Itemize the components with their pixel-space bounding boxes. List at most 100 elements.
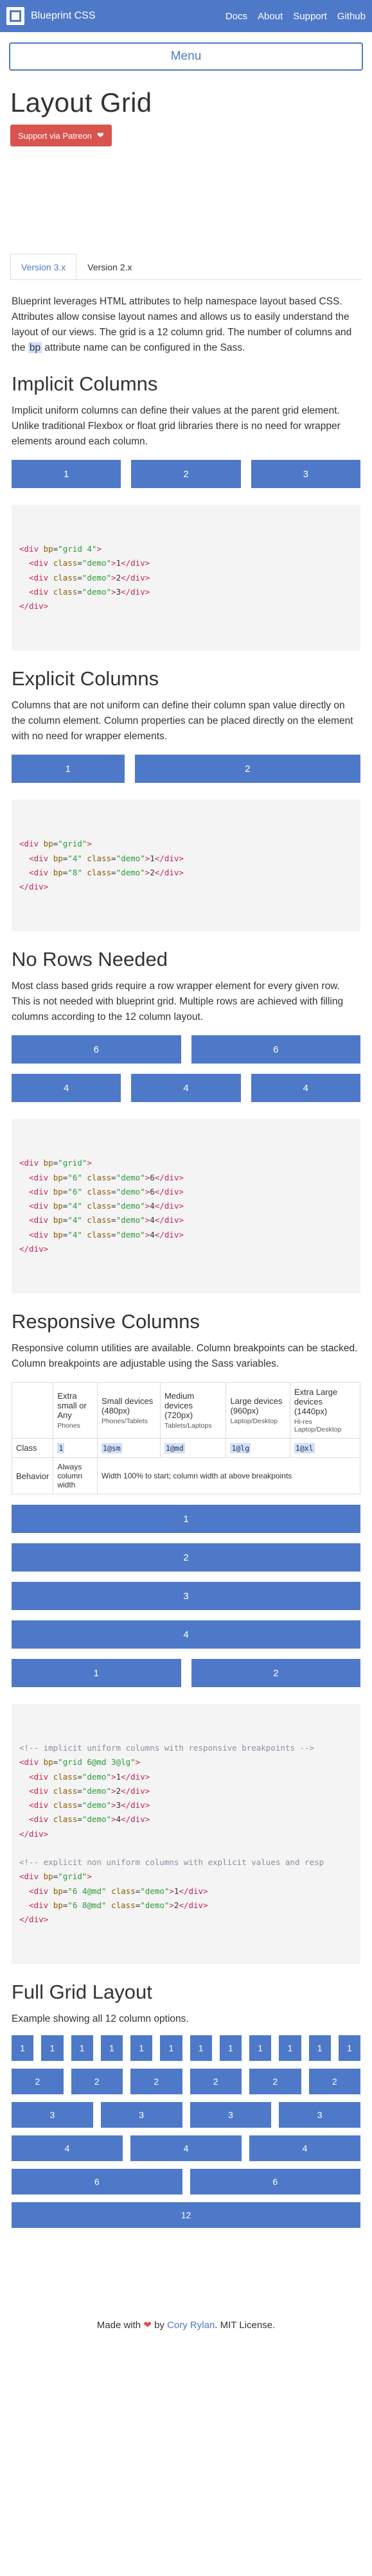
nav-about-link[interactable]: About [258, 11, 283, 22]
demo-column: 1 [100, 2035, 123, 2061]
menu-wrapper: Menu [0, 32, 372, 71]
full-grid-row: 3333 [12, 2101, 360, 2128]
demo-column: 3 [279, 2101, 360, 2128]
demo-column: 4 [130, 2135, 242, 2161]
table-cell: Always column width [53, 1457, 98, 1495]
responsive-demo-row: 1 2 [12, 1659, 360, 1688]
responsive-columns-text: Responsive column utilities are availabl… [12, 1343, 358, 1370]
demo-column: 1 [308, 2035, 331, 2061]
full-grid-row: 111111111111 [12, 2035, 360, 2061]
patreon-label: Support via Patreon [18, 130, 92, 141]
demo-column: 2 [134, 755, 360, 784]
full-grid-row: 444 [12, 2135, 360, 2161]
demo-column: 1 [71, 2035, 93, 2061]
demo-column: 2 [131, 460, 241, 489]
page-footer: Made with ❤ by Cory Rylan. MIT License. [0, 2318, 372, 2346]
full-grid-row: 222222 [12, 2068, 360, 2094]
demo-column: 1 [12, 755, 125, 784]
implicit-columns-heading: Implicit Columns [12, 372, 158, 396]
table-cell: 1 [53, 1438, 98, 1459]
demo-column: 4 [12, 1620, 360, 1649]
page-title: Layout Grid [10, 87, 152, 118]
table-header-cell: Medium devices (720px) Tablets/Laptops [159, 1382, 227, 1439]
implicit-code-block[interactable]: <div bp="grid 4"> <div class="demo">1</d… [12, 505, 360, 651]
author-link[interactable]: Cory Rylan [167, 2320, 215, 2331]
demo-column: 1 [12, 460, 121, 489]
demo-column: 3 [12, 1582, 360, 1611]
no-rows-heading: No Rows Needed [12, 948, 168, 971]
heart-icon: ❤ [143, 2319, 152, 2331]
demo-column: 6 [12, 2168, 182, 2195]
responsive-demo-row: 1 [12, 1505, 360, 1534]
table-header-row: Extra small or Any Phones Small devices (… [11, 1382, 361, 1439]
nav-support-link[interactable]: Support [293, 11, 327, 22]
table-cell: Width 100% to start; column width at abo… [97, 1457, 360, 1495]
tab-version-2[interactable]: Version 2.x [76, 254, 143, 279]
table-cell: 1@xl [289, 1438, 361, 1459]
demo-column: 2 [12, 1543, 360, 1572]
footer-license: . MIT License. [215, 2319, 276, 2331]
intro-section: Blueprint leverages HTML attributes to h… [11, 294, 361, 2228]
no-rows-demo-row: 4 4 4 [12, 1074, 360, 1103]
demo-column: 1 [249, 2035, 272, 2061]
demo-column: 1 [279, 2035, 301, 2061]
demo-column: 4 [249, 2135, 360, 2161]
tab-version-3[interactable]: Version 3.x [10, 254, 77, 279]
blueprint-logo-icon [6, 7, 24, 25]
demo-column: 3 [100, 2101, 182, 2128]
table-row: Behavior Always column width Width 100% … [11, 1457, 360, 1495]
full-grid-row: 66 [12, 2168, 360, 2195]
demo-column: 2 [71, 2068, 123, 2094]
intro-text: Blueprint leverages HTML attributes to h… [12, 294, 360, 356]
footer-by: by [154, 2319, 164, 2331]
main-nav: Docs About Support Github [226, 11, 366, 22]
responsive-columns-heading: Responsive Columns [12, 1310, 200, 1333]
full-grid-heading: Full Grid Layout [12, 1981, 152, 2004]
responsive-demo-row: 2 [12, 1543, 360, 1572]
intro-text-part: attribute name can be configured in the … [42, 342, 245, 354]
demo-column: 1 [12, 1659, 181, 1688]
table-row-label: Behavior [11, 1457, 54, 1495]
heart-icon: ❤ [96, 130, 104, 140]
table-row: Class 1 1@sm 1@md 1@lg 1@xl [11, 1438, 361, 1459]
demo-column: 1 [219, 2035, 242, 2061]
no-rows-demo-row: 6 6 [12, 1035, 360, 1064]
brand-name: Blueprint CSS [31, 10, 96, 21]
demo-column: 2 [12, 2068, 64, 2094]
no-rows-code-block[interactable]: <div bp="grid"> <div bp="6" class="demo"… [12, 1119, 360, 1294]
demo-column: 6 [12, 1035, 181, 1064]
page-content: Layout Grid Support via Patreon ❤ Versio… [0, 87, 372, 280]
demo-column: 2 [249, 2068, 301, 2094]
responsive-demo-row: 3 [12, 1582, 360, 1611]
no-rows-text: Most class based grids require a row wra… [12, 981, 344, 1023]
nav-github-link[interactable]: Github [337, 11, 366, 22]
table-cell: 1@lg [226, 1438, 290, 1459]
explicit-demo-row: 1 2 [12, 755, 360, 784]
top-navbar: Blueprint CSS Docs About Support Github [0, 0, 372, 32]
full-grid-row: 12 [12, 2202, 360, 2228]
table-cell: 1@sm [97, 1438, 161, 1459]
demo-column: 1 [338, 2035, 360, 2061]
demo-column: 6 [190, 2168, 360, 2195]
demo-column: 1 [12, 2035, 34, 2061]
demo-column: 1 [190, 2035, 212, 2061]
nav-docs-link[interactable]: Docs [226, 11, 247, 22]
menu-button[interactable]: Menu [9, 42, 363, 71]
brand-link[interactable]: Blueprint CSS [6, 7, 96, 25]
demo-column: 3 [190, 2101, 272, 2128]
demo-column: 2 [308, 2068, 360, 2094]
breakpoint-table: Extra small or Any Phones Small devices (… [11, 1382, 361, 1495]
footer-made-with: Made with [96, 2319, 141, 2331]
demo-column: 1 [160, 2035, 182, 2061]
demo-column: 1 [12, 1505, 360, 1534]
responsive-code-block[interactable]: <!-- implicit uniform columns with respo… [12, 1704, 360, 1965]
explicit-code-block[interactable]: <div bp="grid"> <div bp="4" class="demo"… [12, 800, 360, 932]
demo-column: 12 [12, 2202, 360, 2228]
patreon-support-button[interactable]: Support via Patreon ❤ [10, 125, 112, 146]
table-header-cell: Extra Large devices (1440px) Hi-res Lapto… [289, 1382, 361, 1439]
implicit-demo-row: 1 2 3 [12, 460, 360, 489]
table-header-cell: Small devices (480px) Phones/Tablets [97, 1382, 161, 1439]
full-grid-text: Example showing all 12 column options. [12, 2013, 189, 2025]
demo-column: 2 [130, 2068, 182, 2094]
table-row-label: Class [11, 1438, 54, 1459]
